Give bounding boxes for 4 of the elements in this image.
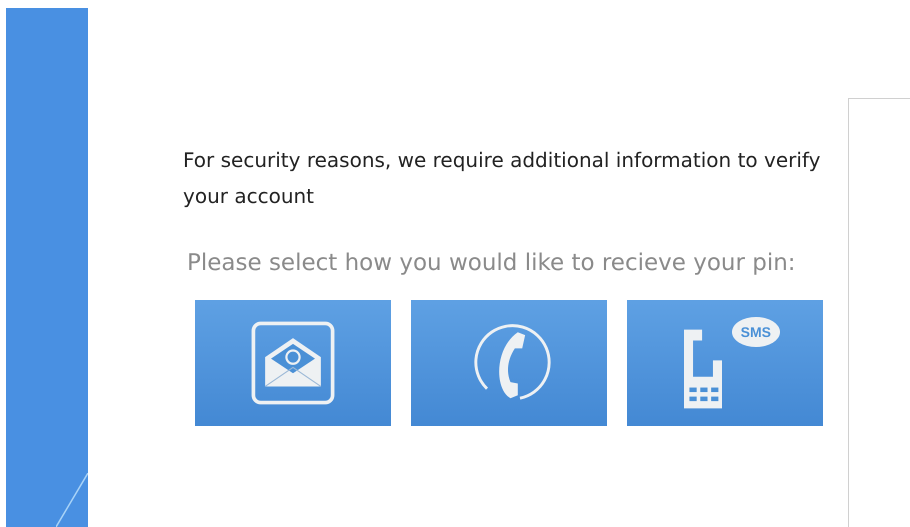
prompt-text: Please select how you would like to recieve your pin: xyxy=(187,250,797,276)
sms-option-button[interactable]: SMS xyxy=(627,300,823,426)
speech-bubble: SMS xyxy=(732,317,780,347)
heading-text: For security reasons, we require additional information to verify your account xyxy=(183,147,822,210)
